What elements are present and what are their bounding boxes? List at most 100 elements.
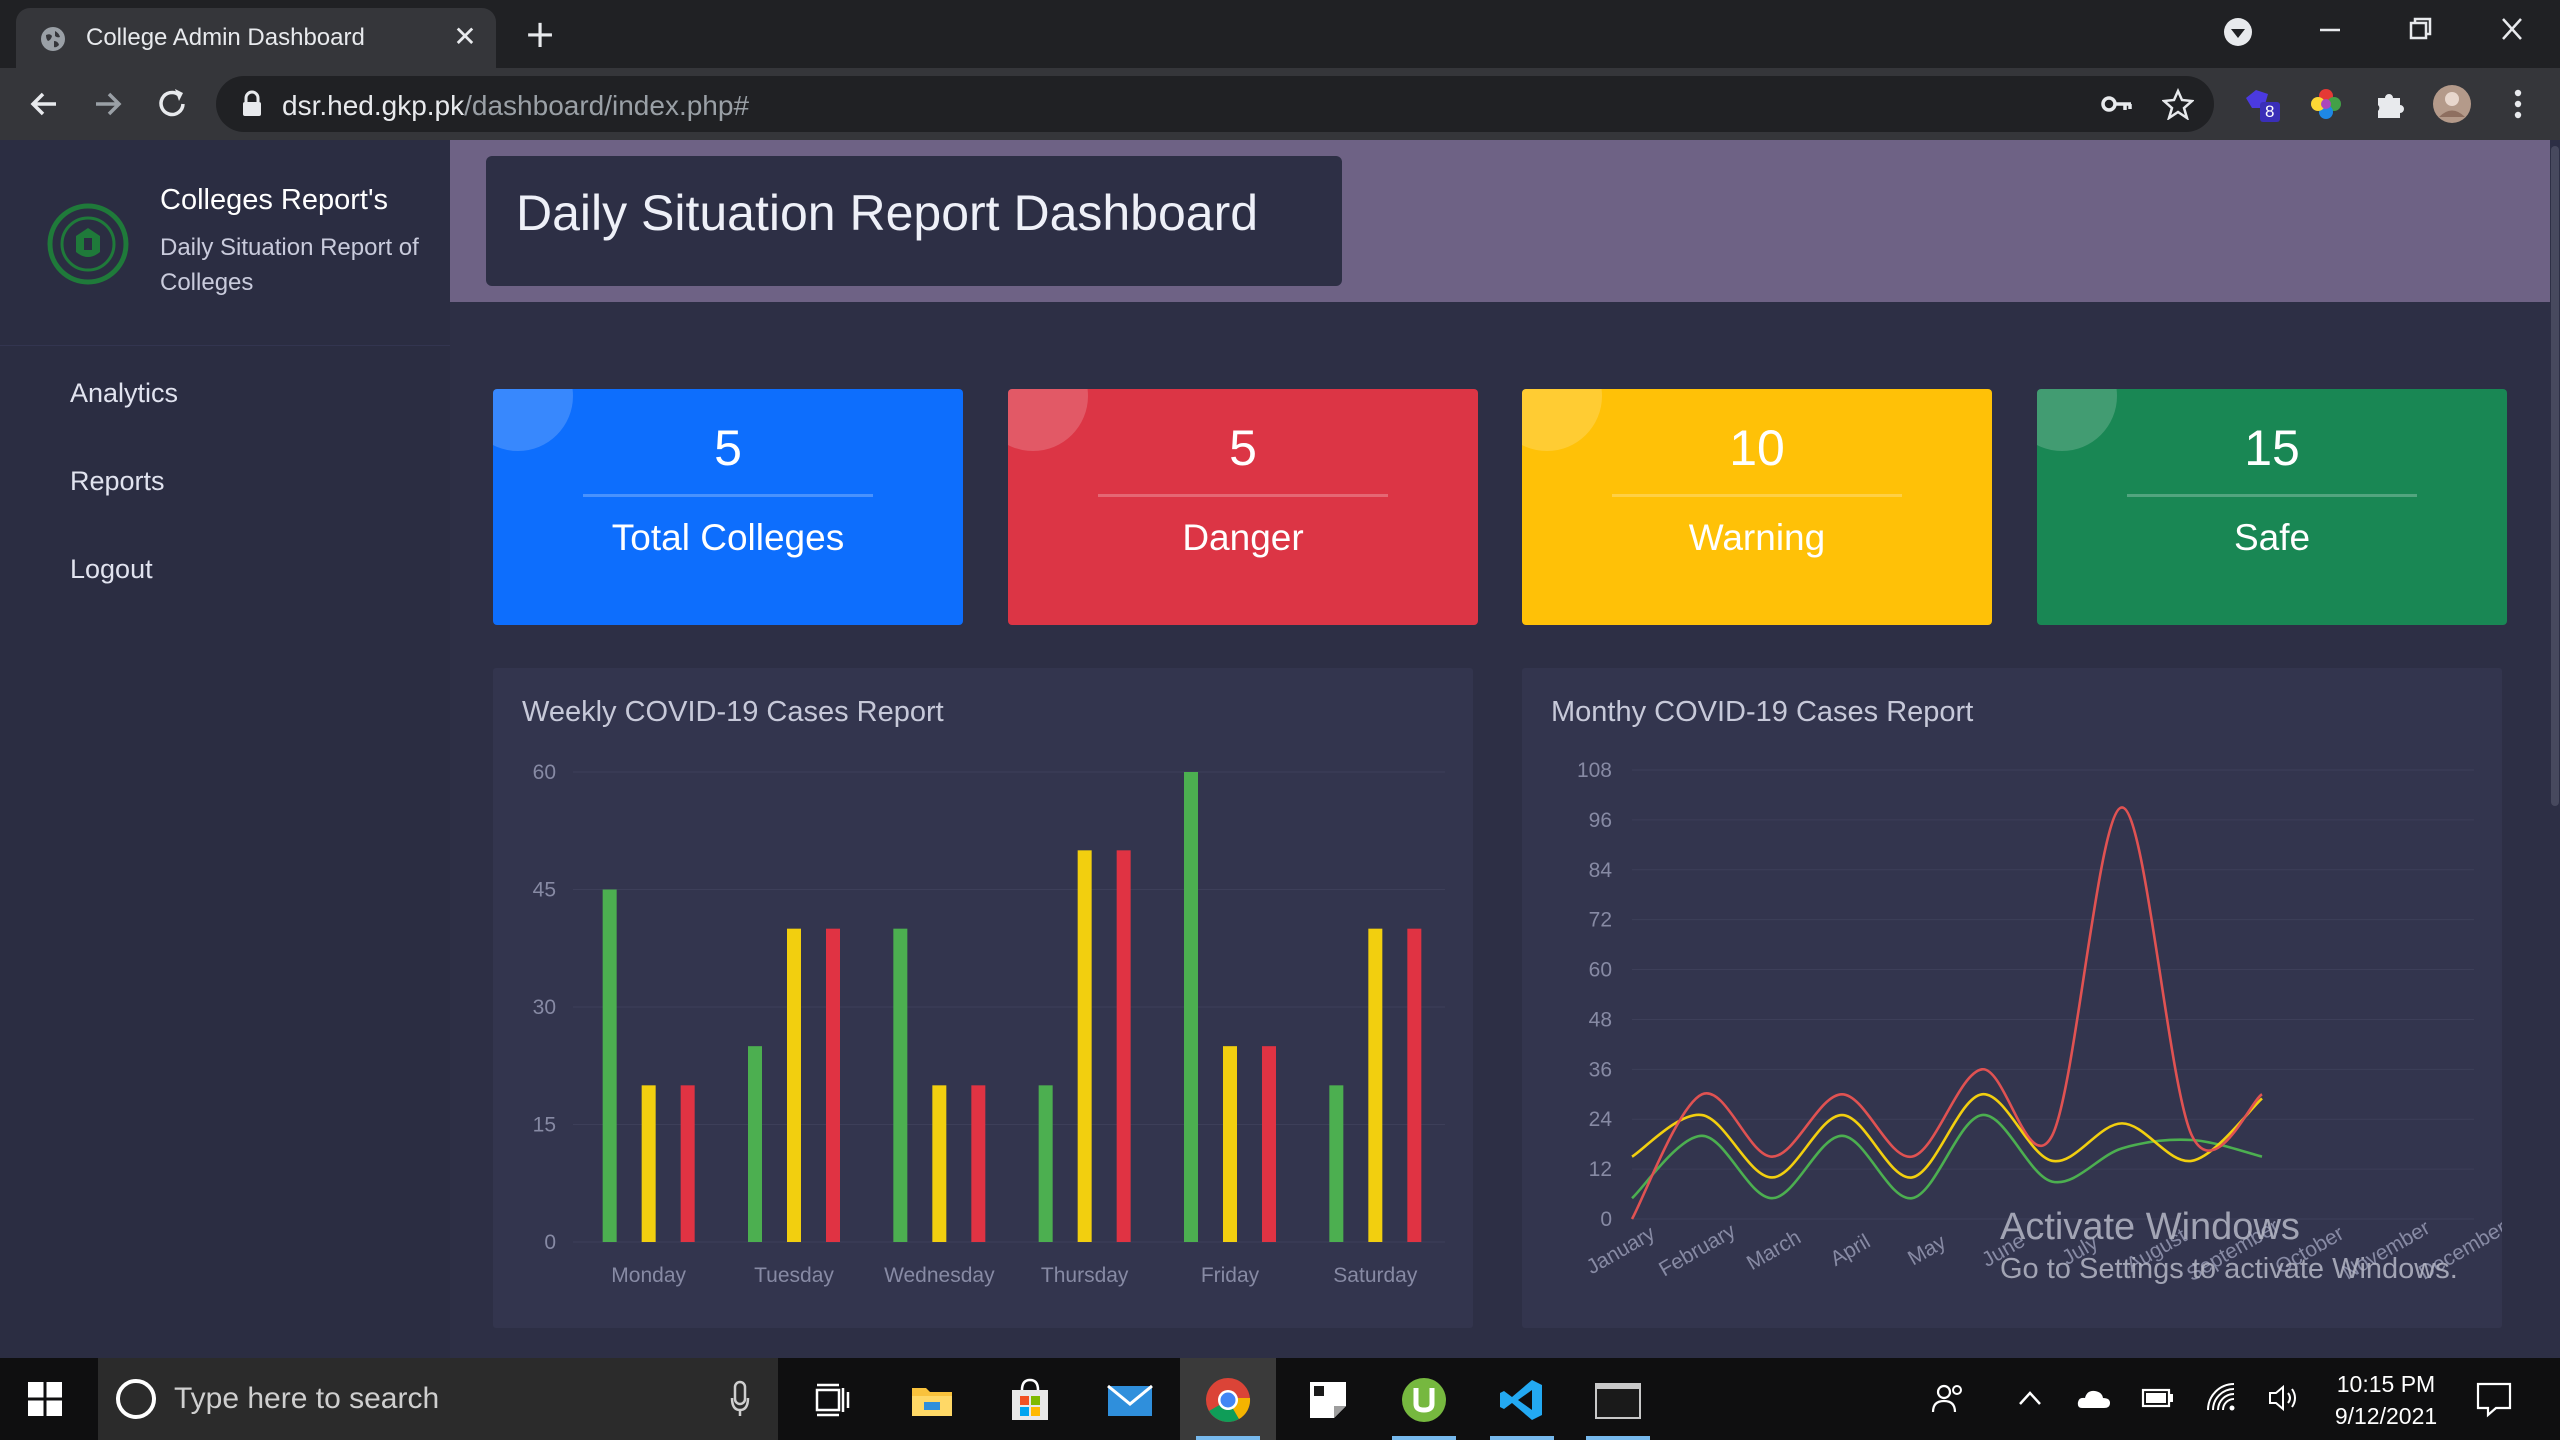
microphone-icon[interactable]: [730, 1380, 750, 1418]
y-tick-label: 45: [533, 879, 556, 902]
onedrive-icon[interactable]: [2076, 1380, 2112, 1416]
y-tick-label: 72: [1589, 909, 1612, 932]
bar: [1262, 1046, 1276, 1242]
back-icon[interactable]: [24, 84, 64, 124]
extensions-puzzle-icon[interactable]: [2370, 84, 2410, 124]
sidebar-brand: Colleges Report's Daily Situation Report…: [0, 140, 450, 346]
card-divider: [2127, 494, 2417, 497]
wifi-icon[interactable]: [2204, 1380, 2240, 1416]
bar: [1407, 928, 1422, 1242]
y-tick-label: 96: [1589, 809, 1612, 832]
volume-icon[interactable]: [2266, 1380, 2302, 1416]
bar: [1116, 850, 1131, 1242]
college-logo: [47, 203, 129, 285]
running-app-indicator: [1392, 1436, 1456, 1440]
weekly-bar-chart: 0 15 30 45 60 Monday Tuesday Wednesday Thursday F…: [533, 761, 1445, 1287]
vscode-icon[interactable]: [1498, 1376, 1546, 1424]
clock-date: 9/12/2021: [2334, 1403, 2438, 1429]
y-tick-label: 108: [1577, 759, 1612, 782]
sidebar-item-logout[interactable]: Logout: [70, 554, 153, 585]
x-tick-label: Friday: [1201, 1264, 1260, 1287]
card-divider: [583, 494, 873, 497]
bar: [1329, 1085, 1344, 1242]
card-value: 5: [714, 420, 742, 476]
bar: [748, 1046, 762, 1242]
main-content: Daily Situation Report Dashboard 5 Total…: [450, 140, 2550, 1358]
terminal-icon[interactable]: [1594, 1376, 1642, 1424]
watermark-line-1: Activate Windows: [2000, 1206, 2300, 1248]
bar: [1184, 772, 1198, 1242]
extension-badge-count: 8: [2265, 102, 2275, 121]
sidebar-item-analytics[interactable]: Analytics: [70, 378, 178, 409]
minimize-icon[interactable]: [2306, 10, 2354, 50]
brand-title: Colleges Report's: [160, 184, 388, 216]
y-tick-label: 24: [1589, 1108, 1613, 1131]
x-tick-label: March: [1743, 1226, 1805, 1275]
sidebar-item-reports[interactable]: Reports: [70, 466, 165, 497]
warning-card[interactable]: 10 Warning: [1522, 389, 1992, 625]
bar: [602, 889, 617, 1242]
chevron-up-icon[interactable]: [2012, 1380, 2048, 1416]
taskbar-clock[interactable]: 10:15 PM 9/12/2021: [2310, 1368, 2462, 1432]
extension-badge-icon[interactable]: 8: [2242, 84, 2282, 124]
bar: [1223, 1046, 1237, 1242]
sticky-notes-icon[interactable]: [1304, 1376, 1352, 1424]
total-colleges-card[interactable]: 5 Total Colleges: [493, 389, 963, 625]
card-divider: [1612, 494, 1902, 497]
activate-windows-watermark: Activate Windows Go to Settings to activ…: [2000, 1206, 2458, 1286]
profile-avatar-icon[interactable]: [2432, 84, 2472, 124]
address-bar[interactable]: dsr.hed.gkp.pk/dashboard/index.php#: [216, 76, 2214, 132]
cortana-icon: [116, 1379, 156, 1419]
chrome-icon[interactable]: [1204, 1376, 1252, 1424]
new-tab-button[interactable]: +: [520, 15, 560, 56]
battery-icon[interactable]: [2140, 1380, 2176, 1416]
y-tick-label: 15: [533, 1114, 556, 1137]
scrollbar-thumb[interactable]: [2551, 146, 2559, 806]
url-text[interactable]: dsr.hed.gkp.pk/dashboard/index.php#: [282, 90, 749, 122]
page-header: Daily Situation Report Dashboard: [450, 140, 2550, 302]
x-tick-label: April: [1826, 1230, 1874, 1271]
x-tick-label: February: [1655, 1219, 1740, 1281]
bar: [826, 928, 840, 1242]
bar: [1038, 1085, 1053, 1242]
lock-icon[interactable]: [240, 90, 264, 118]
reload-icon[interactable]: [152, 84, 192, 124]
y-tick-label: 60: [1589, 959, 1612, 982]
y-tick-label: 0: [544, 1231, 556, 1254]
mail-icon[interactable]: [1106, 1376, 1154, 1424]
y-tick-label: 36: [1589, 1058, 1612, 1081]
browser-tab[interactable]: College Admin Dashboard ✕: [16, 8, 496, 68]
task-view-icon[interactable]: [808, 1376, 856, 1424]
y-tick-label: 12: [1589, 1158, 1612, 1181]
bar: [787, 928, 801, 1242]
more-menu-icon[interactable]: [2498, 84, 2538, 124]
notifications-icon[interactable]: [2474, 1378, 2514, 1418]
windows-taskbar: Type here to search 10:15 PM 9/12/2021: [0, 1358, 2560, 1440]
url-host: dsr.hed.gkp.pk: [282, 90, 465, 121]
safe-card[interactable]: 15 Safe: [2037, 389, 2507, 625]
taskbar-search-box[interactable]: Type here to search: [98, 1358, 778, 1440]
danger-card[interactable]: 5 Danger: [1008, 389, 1478, 625]
x-tick-label: Wednesday: [884, 1264, 995, 1287]
utorrent-icon[interactable]: [1400, 1376, 1448, 1424]
browser-toolbar: dsr.hed.gkp.pk/dashboard/index.php# 8: [0, 68, 2560, 140]
close-tab-icon[interactable]: ✕: [448, 20, 482, 54]
close-window-icon[interactable]: [2488, 10, 2536, 50]
bookmark-star-icon[interactable]: [2162, 88, 2194, 120]
microsoft-store-icon[interactable]: [1006, 1376, 1054, 1424]
page-title: Daily Situation Report Dashboard: [516, 185, 1259, 241]
people-icon[interactable]: [1930, 1380, 1966, 1416]
color-picker-extension-icon[interactable]: [2306, 84, 2346, 124]
restore-icon[interactable]: [2396, 10, 2444, 50]
windows-start-icon[interactable]: [28, 1382, 62, 1416]
card-value: 10: [1729, 420, 1785, 476]
bar: [971, 1085, 986, 1242]
y-tick-label: 60: [533, 761, 556, 784]
key-icon[interactable]: [2100, 88, 2134, 120]
file-explorer-icon[interactable]: [908, 1376, 956, 1424]
tab-search-icon[interactable]: [2218, 12, 2258, 52]
forward-icon[interactable]: [88, 84, 128, 124]
y-tick-label: 0: [1600, 1208, 1612, 1231]
card-label: Safe: [2233, 517, 2311, 558]
x-tick-label: May: [1904, 1230, 1950, 1270]
